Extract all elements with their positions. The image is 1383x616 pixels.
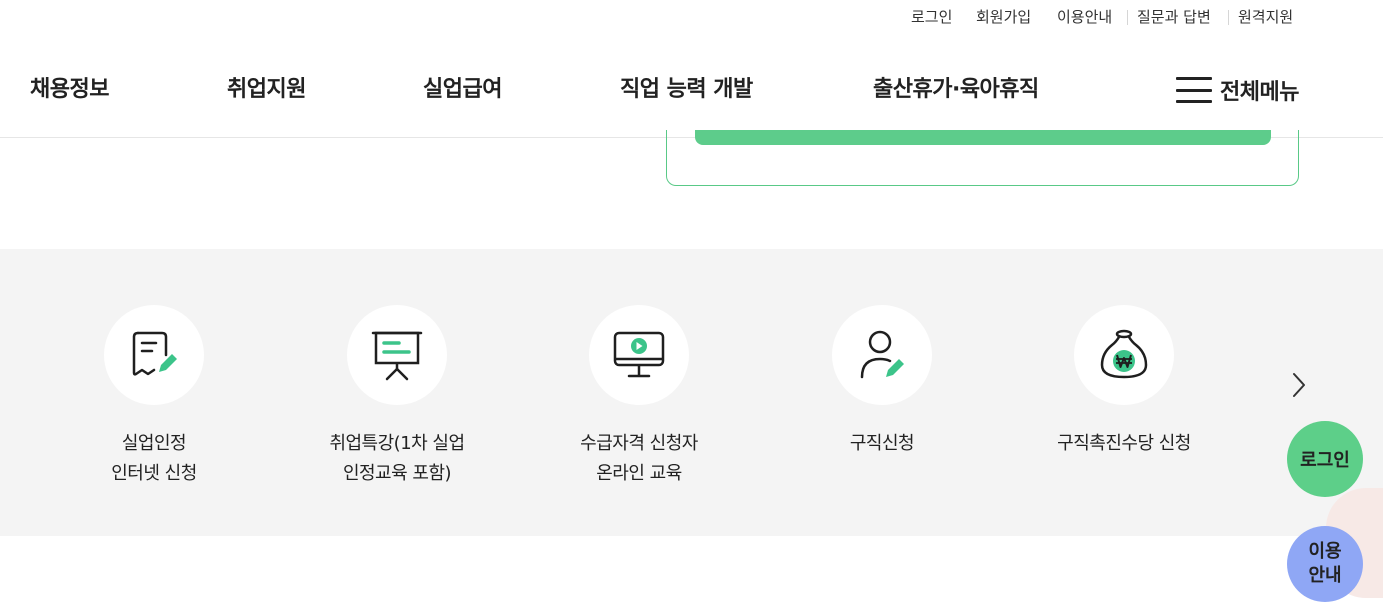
- icon-circle: [589, 305, 689, 405]
- person-edit-icon: [860, 330, 904, 379]
- quick-item-label: 취업특강(1차 실업 인정교육 포함): [329, 433, 465, 484]
- quick-item-job-lecture[interactable]: 취업특강(1차 실업 인정교육 포함): [277, 305, 517, 489]
- floating-guide-label: 이용: [1308, 541, 1342, 562]
- util-remote-support-link[interactable]: 원격지원: [1238, 7, 1293, 27]
- full-menu-button[interactable]: 전체메뉴: [1176, 74, 1299, 106]
- quick-item-label: 실업인정 인터넷 신청: [111, 433, 197, 484]
- quick-item-online-education[interactable]: 수급자격 신청자 온라인 교육: [519, 305, 759, 489]
- monitor-play-icon: [613, 331, 665, 378]
- floating-login-label: 로그인: [1300, 450, 1350, 471]
- quick-item-job-registration[interactable]: 구직신청: [762, 305, 1002, 459]
- presentation-board-icon: [371, 331, 423, 381]
- icon-circle: [832, 305, 932, 405]
- nav-item-parental-leave[interactable]: 출산휴가·육아휴직: [873, 75, 1039, 105]
- quick-item-job-seeking-allowance[interactable]: 구직촉진수당 신청: [1004, 305, 1244, 459]
- util-signup-link[interactable]: 회원가입: [976, 7, 1031, 27]
- nav-item-vocational-training[interactable]: 직업 능력 개발: [620, 75, 753, 105]
- quick-item-unemployment-recognition[interactable]: 실업인정 인터넷 신청: [34, 305, 274, 489]
- quick-item-label: 구직촉진수당 신청: [1057, 433, 1191, 454]
- util-guide-link[interactable]: 이용안내: [1057, 7, 1112, 27]
- main-nav: 채용정보 취업지원 실업급여 직업 능력 개발 출산휴가·육아휴직 전체메뉴: [0, 36, 1383, 138]
- quick-item-label: 수급자격 신청자 온라인 교육: [580, 433, 698, 484]
- nav-item-employment-support[interactable]: 취업지원: [227, 75, 306, 105]
- money-bag-won-icon: [1100, 329, 1148, 379]
- hamburger-icon: [1176, 77, 1212, 103]
- floating-guide-button[interactable]: 이용 안내: [1287, 526, 1363, 602]
- green-action-bar[interactable]: [695, 130, 1271, 145]
- full-menu-label: 전체메뉴: [1220, 80, 1299, 105]
- icon-circle: [104, 305, 204, 405]
- floating-login-button[interactable]: 로그인: [1287, 421, 1363, 497]
- nav-item-job-info[interactable]: 채용정보: [30, 75, 109, 105]
- utility-bar: 로그인 회원가입 이용안내 질문과 답변 원격지원: [0, 0, 1383, 36]
- util-qna-link[interactable]: 질문과 답변: [1137, 7, 1211, 27]
- icon-circle: [1074, 305, 1174, 405]
- chevron-right-icon: [1293, 373, 1305, 397]
- carousel-next-button[interactable]: [1287, 369, 1311, 401]
- document-edit-icon: [132, 331, 177, 376]
- util-divider: [1127, 10, 1128, 25]
- util-login-link[interactable]: 로그인: [911, 7, 952, 27]
- util-divider: [1228, 10, 1229, 25]
- nav-item-unemployment-benefit[interactable]: 실업급여: [423, 75, 502, 105]
- quick-item-label: 구직신청: [849, 433, 915, 454]
- icon-circle: [347, 305, 447, 405]
- quick-menu-section: 실업인정 인터넷 신청 취업특강(1차 실업 인정교육 포함) 수급자격 신청자…: [0, 249, 1383, 536]
- floating-guide-label: 안내: [1308, 565, 1342, 586]
- green-panel: [666, 130, 1299, 186]
